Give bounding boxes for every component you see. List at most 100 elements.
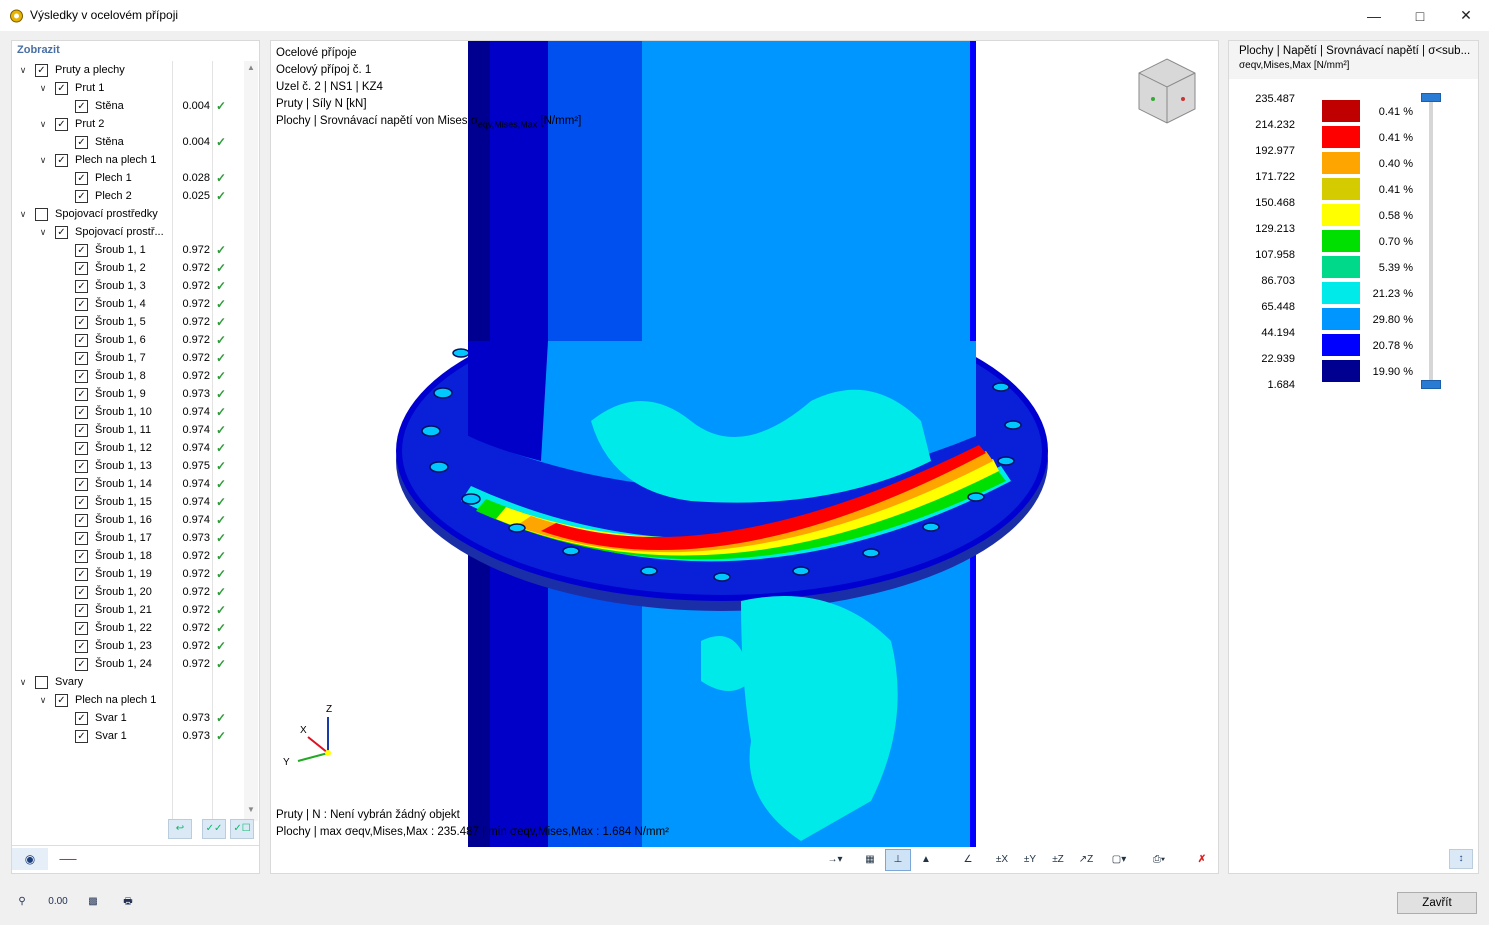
slider-max-handle[interactable] xyxy=(1421,93,1441,102)
tree-row[interactable]: ✓ Šroub 1, 14 0.974 ✓ xyxy=(12,475,244,493)
tree-checkbox[interactable]: ✓ xyxy=(75,658,88,671)
tree-checkbox[interactable]: ✓ xyxy=(75,622,88,635)
tree-checkbox[interactable]: ✓ xyxy=(75,136,88,149)
tree-checkbox[interactable]: ✓ xyxy=(75,442,88,455)
tree-checkbox[interactable]: ✓ xyxy=(55,82,68,95)
scroll-down-icon[interactable]: ▼ xyxy=(244,803,258,817)
tree-row[interactable]: ✓ Šroub 1, 8 0.972 ✓ xyxy=(12,367,244,385)
tree-row[interactable]: ✓ Šroub 1, 2 0.972 ✓ xyxy=(12,259,244,277)
tree-row[interactable]: ∨ ✓ Plech na plech 1 xyxy=(12,151,244,169)
tree-checkbox[interactable]: ✓ xyxy=(75,586,88,599)
tree-row[interactable]: ∨ ✓ Pruty a plechy xyxy=(12,61,244,79)
tree-checkbox[interactable]: ✓ xyxy=(75,334,88,347)
tree-checkbox[interactable]: ✓ xyxy=(75,370,88,383)
number-format-button[interactable]: 0.00 xyxy=(45,890,71,914)
tree-checkbox[interactable] xyxy=(35,676,48,689)
view-x-button[interactable]: ±X xyxy=(989,849,1015,871)
tree-checkbox[interactable]: ✓ xyxy=(75,730,88,743)
tree-row[interactable]: ✓ Plech 1 0.028 ✓ xyxy=(12,169,244,187)
check-all-button[interactable]: ✓✓ xyxy=(202,819,226,839)
tree-checkbox[interactable]: ✓ xyxy=(75,244,88,257)
tree-checkbox[interactable]: ✓ xyxy=(75,190,88,203)
tree-checkbox[interactable]: ✓ xyxy=(75,550,88,563)
tree-checkbox[interactable]: ✓ xyxy=(75,604,88,617)
tree-row[interactable]: ✓ Šroub 1, 7 0.972 ✓ xyxy=(12,349,244,367)
chevron-down-icon[interactable]: ∨ xyxy=(37,82,49,94)
tree-row[interactable]: ✓ Stěna 0.004 ✓ xyxy=(12,97,244,115)
legend-range-slider[interactable] xyxy=(1429,97,1433,387)
tree-row[interactable]: ✓ Šroub 1, 19 0.972 ✓ xyxy=(12,565,244,583)
tree-row[interactable]: ✓ Šroub 1, 17 0.973 ✓ xyxy=(12,529,244,547)
tree-row[interactable]: ✓ Svar 1 0.973 ✓ xyxy=(12,709,244,727)
tree-row[interactable]: ✓ Plech 2 0.025 ✓ xyxy=(12,187,244,205)
chevron-down-icon[interactable]: ∨ xyxy=(17,64,29,76)
tree-row[interactable]: ✓ Šroub 1, 24 0.972 ✓ xyxy=(12,655,244,673)
tree-checkbox[interactable]: ✓ xyxy=(75,478,88,491)
units-button[interactable]: ▩ xyxy=(80,890,106,914)
tab-display[interactable]: ◉ xyxy=(12,848,48,870)
tree-checkbox[interactable]: ✓ xyxy=(75,388,88,401)
reset-view-button[interactable]: ✗ xyxy=(1189,849,1215,871)
tree-row[interactable]: ∨ ✓ Plech na plech 1 xyxy=(12,691,244,709)
tree-row[interactable]: ✓ Šroub 1, 10 0.974 ✓ xyxy=(12,403,244,421)
chevron-down-icon[interactable]: ∨ xyxy=(37,118,49,130)
close-window-button[interactable]: ✕ xyxy=(1443,0,1489,31)
tree-checkbox[interactable]: ✓ xyxy=(75,352,88,365)
results-3d-view[interactable]: Z X Y Ocelové přípoje Ocelový přípoj č. … xyxy=(270,40,1219,874)
tree-checkbox[interactable]: ✓ xyxy=(75,100,88,113)
tree-scrollbar[interactable]: ▲ ▼ xyxy=(244,61,258,821)
tree-row[interactable]: ✓ Šroub 1, 6 0.972 ✓ xyxy=(12,331,244,349)
tree-checkbox[interactable]: ✓ xyxy=(55,118,68,131)
tree-checkbox[interactable]: ✓ xyxy=(75,496,88,509)
help-button[interactable]: ⚲ xyxy=(9,890,35,914)
chevron-down-icon[interactable]: ∨ xyxy=(37,154,49,166)
result-type-button[interactable]: →▾ xyxy=(817,849,853,871)
tree-checkbox[interactable]: ✓ xyxy=(55,226,68,239)
view-cube[interactable] xyxy=(1138,58,1196,124)
tree-options-button[interactable]: ↩ xyxy=(168,819,192,839)
tree-checkbox[interactable] xyxy=(35,208,48,221)
slider-min-handle[interactable] xyxy=(1421,380,1441,389)
tree-row[interactable]: ✓ Šroub 1, 15 0.974 ✓ xyxy=(12,493,244,511)
tree-checkbox[interactable]: ✓ xyxy=(55,154,68,167)
tree-checkbox[interactable]: ✓ xyxy=(75,316,88,329)
tree-row[interactable]: ✓ Šroub 1, 22 0.972 ✓ xyxy=(12,619,244,637)
tree-row[interactable]: ✓ Šroub 1, 1 0.972 ✓ xyxy=(12,241,244,259)
view-z-button[interactable]: ±Z xyxy=(1045,849,1071,871)
tree-checkbox[interactable]: ✓ xyxy=(75,262,88,275)
tree-checkbox[interactable]: ✓ xyxy=(35,64,48,77)
tree-checkbox[interactable]: ✓ xyxy=(75,424,88,437)
print-button[interactable]: ⎙▾ xyxy=(1141,849,1177,871)
tree-row[interactable]: ∨ ✓ Spojovací prostř... xyxy=(12,223,244,241)
maximize-button[interactable]: □ xyxy=(1397,0,1443,31)
tree-row[interactable]: ✓ Šroub 1, 11 0.974 ✓ xyxy=(12,421,244,439)
transparency-button[interactable]: ▲ xyxy=(913,849,939,871)
tree-row[interactable]: ✓ Šroub 1, 13 0.975 ✓ xyxy=(12,457,244,475)
display-section-button[interactable]: ⊥ xyxy=(885,849,911,871)
tree-row[interactable]: ✓ Stěna 0.004 ✓ xyxy=(12,133,244,151)
scroll-up-icon[interactable]: ▲ xyxy=(244,61,258,75)
tree-row[interactable]: ✓ Šroub 1, 4 0.972 ✓ xyxy=(12,295,244,313)
tree-checkbox[interactable]: ✓ xyxy=(75,298,88,311)
export-button[interactable]: 🖶 xyxy=(115,890,141,914)
tree-row[interactable]: ✓ Šroub 1, 9 0.973 ✓ xyxy=(12,385,244,403)
uncheck-all-button[interactable]: ✓☐ xyxy=(230,819,254,839)
view-iso-button[interactable]: ↗Z xyxy=(1073,849,1099,871)
tree-checkbox[interactable]: ✓ xyxy=(75,280,88,293)
tree-checkbox[interactable]: ✓ xyxy=(75,514,88,527)
tree-row[interactable]: ✓ Šroub 1, 20 0.972 ✓ xyxy=(12,583,244,601)
tree-row[interactable]: ✓ Šroub 1, 21 0.972 ✓ xyxy=(12,601,244,619)
tree-row[interactable]: ✓ Šroub 1, 18 0.972 ✓ xyxy=(12,547,244,565)
tree-checkbox[interactable]: ✓ xyxy=(75,172,88,185)
tree-row[interactable]: ✓ Šroub 1, 16 0.974 ✓ xyxy=(12,511,244,529)
chevron-down-icon[interactable]: ∨ xyxy=(17,208,29,220)
render-mode-button[interactable]: ▢▾ xyxy=(1101,849,1137,871)
chevron-down-icon[interactable]: ∨ xyxy=(37,226,49,238)
tree-row[interactable]: ✓ Šroub 1, 12 0.974 ✓ xyxy=(12,439,244,457)
tree-checkbox[interactable]: ✓ xyxy=(75,532,88,545)
tree-checkbox[interactable]: ✓ xyxy=(75,460,88,473)
chevron-down-icon[interactable]: ∨ xyxy=(17,676,29,688)
close-button[interactable]: Zavřít xyxy=(1397,892,1477,914)
minimize-button[interactable]: — xyxy=(1351,0,1397,31)
chevron-down-icon[interactable]: ∨ xyxy=(37,694,49,706)
